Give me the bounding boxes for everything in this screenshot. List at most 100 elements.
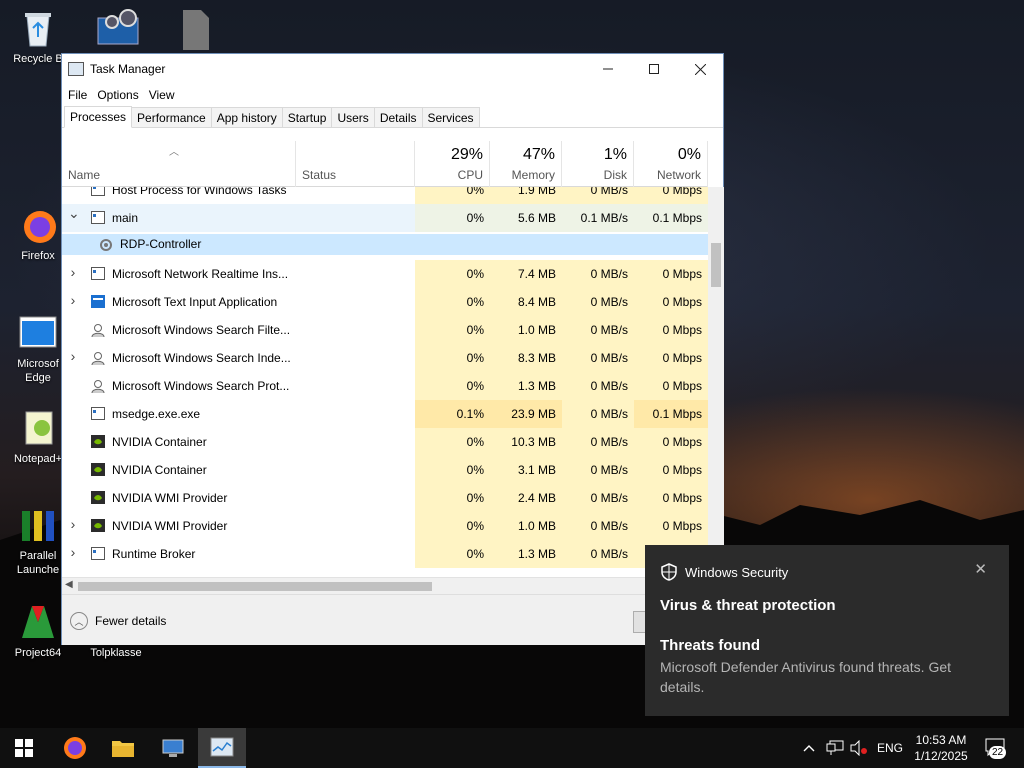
tab-app-history[interactable]: App history [210,107,283,127]
window-icon [91,547,105,560]
process-memory: 8.4 MB [490,288,562,316]
scrollbar-thumb[interactable] [711,243,721,287]
process-disk: 0 MB/s [562,428,634,456]
fewer-details-label: Fewer details [95,614,167,628]
column-status[interactable]: Status [296,141,415,187]
fewer-details-button[interactable]: ︿ Fewer details [70,612,166,630]
chevron-down-icon[interactable]: ⌄ [68,205,80,222]
menu-file[interactable]: File [68,88,93,102]
notification-heading: Virus & threat protection [660,597,836,614]
column-network[interactable]: 0% Network [634,141,708,187]
clock[interactable]: 10:53 AM 1/12/2025 [910,732,972,764]
process-cpu: 0% [415,428,490,456]
scroll-left-icon[interactable]: ◀ [65,579,73,590]
process-memory: 1.0 MB [490,512,562,540]
process-cpu: 0% [415,456,490,484]
volume-control[interactable] [850,728,868,768]
process-name: Microsoft Network Realtime Ins... [112,267,289,281]
scrollbar-thumb[interactable] [78,582,432,591]
taskbar-firefox[interactable] [51,728,99,768]
menu-options[interactable]: Options [97,88,144,102]
nvidia-icon [91,491,105,504]
chevron-right-icon[interactable]: › [68,292,78,308]
gear-icon [99,238,113,251]
process-network: 0 Mbps [634,372,708,400]
process-cpu: 0% [415,288,490,316]
tab-services[interactable]: Services [421,107,480,127]
security-notification[interactable]: Windows Security ✕ Virus & threat protec… [645,545,1009,716]
desktop-icon-settings-shortcut[interactable] [78,8,154,52]
menu-bar: File Options View [62,84,723,106]
taskbar-task-manager[interactable] [198,728,246,768]
desktop-icon-label: Tolpklasse [90,647,142,659]
process-name: NVIDIA WMI Provider [112,519,228,533]
tab-processes[interactable]: Processes [64,106,133,128]
desktop-icon-file[interactable] [155,8,231,52]
notification-center-button[interactable]: 22 [984,728,1008,768]
tab-performance[interactable]: Performance [131,107,212,127]
vertical-scrollbar[interactable] [708,187,724,577]
show-hidden-icons[interactable] [803,728,815,768]
process-memory: 2.4 MB [490,484,562,512]
table-row[interactable]: NVIDIA Container 0% 3.1 MB 0 MB/s 0 Mbps [62,456,708,484]
network-status[interactable] [826,728,844,768]
clock-time: 10:53 AM [915,733,967,747]
folder-icon [112,741,134,757]
taskbar-remote-desktop[interactable] [149,728,197,768]
tab-details[interactable]: Details [373,107,423,127]
process-memory: 23.9 MB [490,400,562,428]
title-bar[interactable]: Task Manager [62,54,723,84]
search-person-icon [91,379,105,394]
table-row[interactable]: Host Process for Windows Tasks 0% 1.9 MB 0 … [62,187,708,204]
notification-subheading: Threats found [660,637,760,654]
search-person-icon [91,323,105,338]
column-name[interactable]: ︿ Name [62,141,296,187]
minimize-button[interactable] [585,54,631,84]
blue-window-icon [91,295,105,308]
horizontal-scrollbar[interactable]: ◀ [62,577,724,594]
close-icon[interactable]: ✕ [974,560,987,578]
table-row[interactable]: › NVIDIA WMI Provider 0% 1.0 MB 0 MB/s 0 Mbps [62,512,708,540]
chevron-right-icon[interactable]: › [68,264,78,280]
column-cpu[interactable]: 29% CPU [415,141,490,187]
process-disk: 0 MB/s [562,512,634,540]
table-row[interactable]: ⌄ main 0% 5.6 MB 0.1 MB/s 0.1 Mbps [62,204,708,232]
process-disk: 0.1 MB/s [562,204,634,232]
table-row[interactable]: Microsoft Windows Search Filte... 0% 1.0 M… [62,316,708,344]
process-memory: 3.1 MB [490,456,562,484]
notification-body: Microsoft Defender Antivirus found threa… [660,659,952,695]
table-row[interactable]: RDP-Controller [62,234,708,255]
start-button[interactable] [0,728,48,768]
process-cpu: 0% [415,372,490,400]
table-row[interactable]: msedge.exe.exe 0.1% 23.9 MB 0 MB/s 0.1 Mbps [62,400,708,428]
process-network: 0 Mbps [634,484,708,512]
chevron-right-icon[interactable]: › [68,516,78,532]
table-row[interactable]: › Microsoft Windows Search Inde... 0% 8.3 M… [62,344,708,372]
firefox-icon [18,205,58,245]
column-disk[interactable]: 1% Disk [562,141,634,187]
process-disk: 0 MB/s [562,372,634,400]
process-memory: 1.3 MB [490,372,562,400]
table-row[interactable]: NVIDIA Container 0% 10.3 MB 0 MB/s 0 Mbps [62,428,708,456]
table-row[interactable]: › Microsoft Network Realtime Ins... 0% 7.4 … [62,260,708,288]
input-language[interactable]: ENG [877,728,903,768]
process-name: Host Process for Windows Tasks [112,187,287,197]
column-disk-label: Disk [603,168,627,182]
process-cpu: 0% [415,204,490,232]
tab-startup[interactable]: Startup [281,107,333,127]
taskbar-file-explorer[interactable] [99,728,147,768]
table-row[interactable]: › Microsoft Text Input Application 0% 8.4 M… [62,288,708,316]
menu-view[interactable]: View [149,88,181,102]
table-row[interactable]: ›Runtime Broker0%1.3 MB0 MB/s0 Mbps [62,540,708,568]
process-memory: 7.4 MB [490,260,562,288]
maximize-button[interactable] [631,54,677,84]
tab-users[interactable]: Users [331,107,375,127]
close-button[interactable] [677,54,723,84]
table-row[interactable]: Microsoft Windows Search Prot... 0% 1.3 MB… [62,372,708,400]
process-name: main [112,211,139,225]
column-memory[interactable]: 47% Memory [490,141,562,187]
chevron-right-icon[interactable]: › [68,348,78,364]
process-cpu: 0% [415,512,490,540]
chevron-right-icon[interactable]: › [68,544,78,560]
table-row[interactable]: NVIDIA WMI Provider 0% 2.4 MB 0 MB/s 0 Mbps [62,484,708,512]
